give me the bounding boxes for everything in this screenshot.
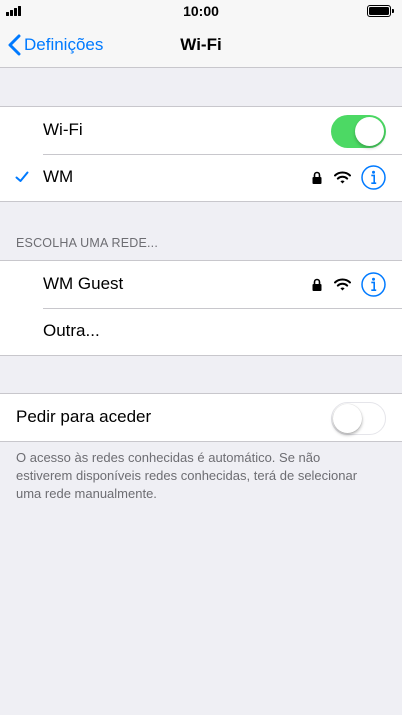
status-bar: 10:00	[0, 0, 402, 22]
wifi-icon	[334, 171, 351, 184]
ask-to-join-footer: O acesso às redes conhecidas é automátic…	[16, 450, 358, 501]
other-network-label: Outra...	[43, 321, 100, 340]
toggle-knob	[333, 404, 362, 433]
network-name: WM	[43, 167, 74, 186]
ask-to-join-row: Pedir para aceder	[0, 394, 402, 441]
networks-group: WM Guest Outra...	[0, 260, 402, 356]
toggle-knob	[355, 117, 384, 146]
ask-to-join-toggle[interactable]	[331, 402, 386, 435]
wifi-label: Wi-Fi	[43, 120, 83, 139]
status-time: 10:00	[183, 3, 219, 19]
navigation-bar: Definições Wi-Fi	[0, 22, 402, 68]
checkmark-icon	[15, 171, 29, 182]
ask-to-join-group: Pedir para aceder	[0, 393, 402, 442]
wifi-group: Wi-Fi WM	[0, 106, 402, 202]
wifi-row: Wi-Fi	[0, 107, 402, 154]
battery-icon	[367, 5, 394, 17]
info-icon[interactable]	[361, 272, 386, 297]
network-name: WM Guest	[43, 274, 124, 293]
wifi-icon	[334, 278, 351, 291]
page-title: Wi-Fi	[180, 35, 222, 54]
lock-icon	[312, 278, 322, 291]
info-icon[interactable]	[361, 165, 386, 190]
network-row[interactable]: WM Guest	[0, 261, 402, 308]
ask-to-join-label: Pedir para aceder	[16, 407, 152, 426]
lock-icon	[312, 171, 322, 184]
other-network-row[interactable]: Outra...	[0, 308, 402, 355]
section-header: ESCOLHA UMA REDE...	[16, 236, 159, 250]
connected-network-row[interactable]: WM	[0, 154, 402, 201]
wifi-toggle[interactable]	[331, 115, 386, 148]
